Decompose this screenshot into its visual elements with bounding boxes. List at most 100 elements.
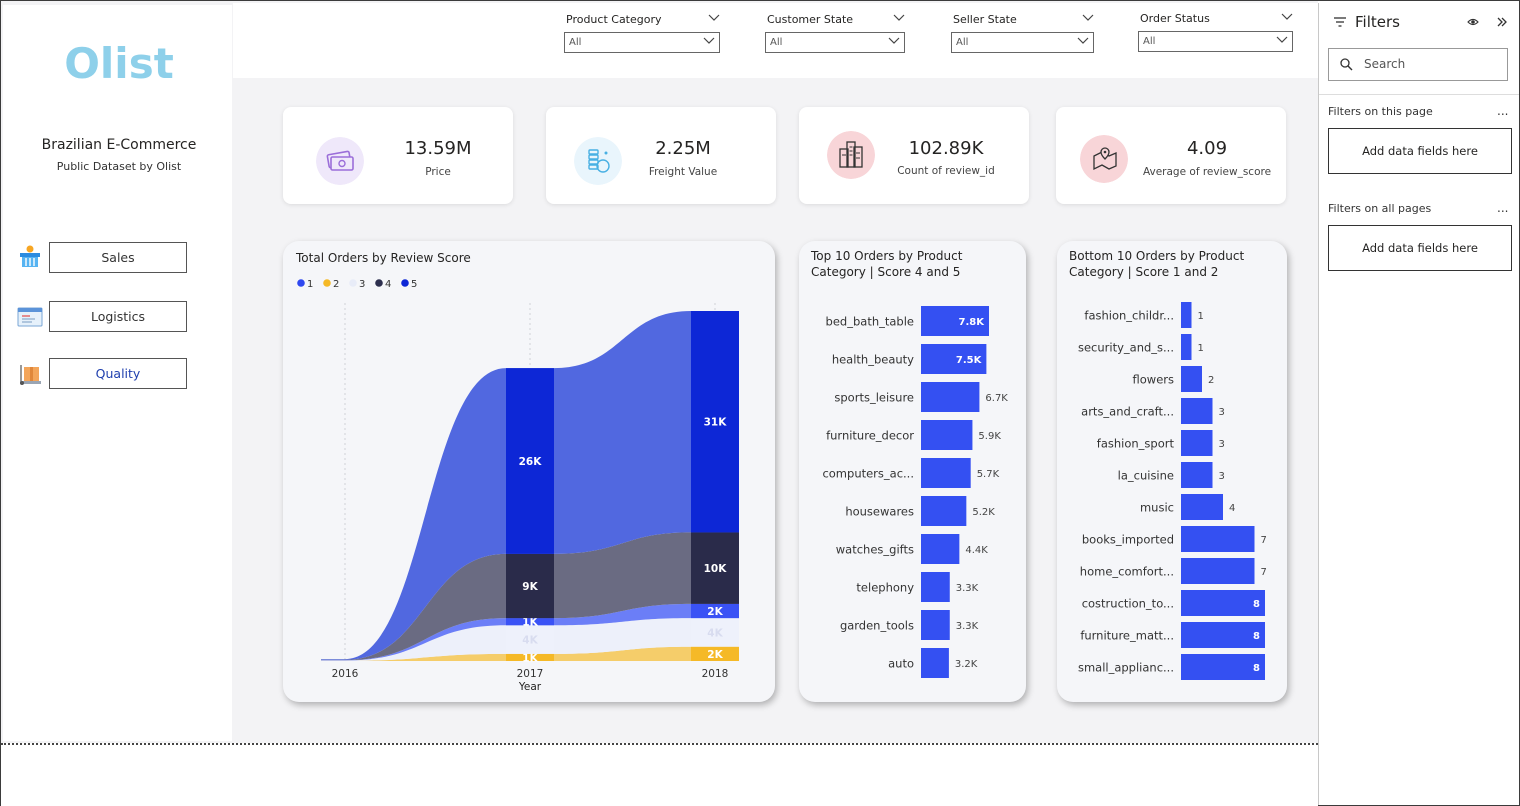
data-label: 2K — [707, 606, 723, 618]
logo: Olist — [64, 39, 174, 88]
collapse-pane-icon[interactable] — [1497, 17, 1507, 27]
kpi-card-freight[interactable]: 2.25M Freight Value — [546, 107, 776, 204]
category-label: security_and_s... — [1078, 341, 1174, 355]
bar[interactable] — [921, 610, 950, 640]
chevron-down-icon — [888, 33, 900, 52]
bar[interactable] — [921, 382, 980, 412]
data-label: 1K — [522, 652, 538, 664]
bar[interactable] — [1181, 462, 1213, 488]
category-label: books_imported — [1082, 533, 1174, 547]
data-label: 3 — [1219, 471, 1225, 482]
seller-state-dropdown[interactable]: All — [951, 32, 1094, 53]
data-label: 2 — [1208, 375, 1214, 386]
data-label: 31K — [704, 417, 728, 429]
eye-icon[interactable] — [1467, 17, 1479, 27]
chart-top-10-categories[interactable]: Top 10 Orders by Product Category | Scor… — [799, 241, 1026, 702]
customer-state-dropdown[interactable]: All — [765, 32, 905, 53]
slicer-label: Order Status — [1140, 12, 1210, 25]
x-tick-label: 2016 — [332, 668, 359, 680]
nav-quality-button[interactable]: Quality — [49, 358, 187, 389]
chart-orders-by-review-score[interactable]: Total Orders by Review Score 12345 1K 4K 1… — [283, 241, 775, 702]
bar-chart[interactable]: bed_bath_table 7.8K health_beauty 7.5K sport… — [799, 241, 1026, 702]
more-options-icon[interactable]: ... — [1497, 201, 1508, 215]
bar[interactable] — [1181, 334, 1192, 360]
data-label: 4K — [522, 635, 538, 647]
bar[interactable] — [1181, 302, 1192, 328]
data-label: 10K — [704, 563, 728, 575]
chevron-down-icon — [1276, 32, 1288, 51]
bar[interactable] — [1181, 430, 1213, 456]
all-pages-filter-drop-zone[interactable]: Add data fields here — [1328, 225, 1512, 271]
bar[interactable] — [1181, 398, 1213, 424]
slicer-label: Product Category — [566, 13, 662, 26]
data-label: 7 — [1261, 567, 1267, 578]
chevron-down-icon — [703, 33, 715, 52]
chevron-down-icon[interactable] — [1082, 12, 1094, 28]
kpi-card-avg-review[interactable]: 4.09 Average of review_score — [1056, 107, 1286, 204]
app-window: Olist Brazilian E-Commerce Public Datase… — [0, 0, 1520, 806]
category-label: la_cuisine — [1118, 469, 1174, 483]
kpi-card-review-count[interactable]: 102.89K Count of review_id — [799, 107, 1029, 204]
chart-bottom-10-categories[interactable]: Bottom 10 Orders by Product Category | S… — [1057, 241, 1287, 702]
order-status-dropdown[interactable]: All — [1138, 31, 1293, 52]
brand-subtitle: Public Dataset by Olist — [56, 160, 182, 173]
basket-icon — [20, 245, 40, 267]
bar[interactable] — [921, 420, 973, 450]
dropdown-value: All — [569, 37, 582, 48]
bar[interactable] — [1181, 526, 1255, 552]
product-category-dropdown[interactable]: All — [564, 32, 720, 53]
kpi-card-price[interactable]: 13.59M Price — [283, 107, 513, 204]
kpi-label: Count of review_id — [897, 165, 995, 177]
data-label: 8 — [1253, 631, 1260, 642]
area-chart[interactable]: 1K 4K 1K 9K 26K 2K 4K 2K 10K 31K 2016 2017 2018 Year — [283, 241, 775, 702]
bar[interactable] — [921, 648, 949, 678]
slicer-order-status: Order Status All — [1138, 11, 1293, 52]
data-label: 3.2K — [955, 659, 978, 670]
data-label: 4K — [707, 627, 723, 639]
bar[interactable] — [921, 572, 950, 602]
kpi-value: 102.89K — [908, 138, 984, 159]
data-label: 5.2K — [972, 507, 995, 518]
chevron-down-icon[interactable] — [893, 12, 905, 28]
x-tick-label: 2018 — [702, 668, 729, 680]
filters-search-input[interactable]: Search — [1328, 48, 1508, 81]
dropdown-value: All — [1143, 36, 1156, 47]
category-label: small_applianc... — [1078, 661, 1174, 675]
data-label: 2K — [707, 649, 723, 661]
bar[interactable] — [921, 534, 960, 564]
data-label: 26K — [519, 456, 543, 468]
chevron-down-icon[interactable] — [1281, 11, 1293, 27]
data-label: 3.3K — [956, 621, 979, 632]
more-options-icon[interactable]: ... — [1497, 104, 1508, 118]
category-label: furniture_decor — [826, 429, 914, 443]
bar[interactable] — [921, 496, 967, 526]
bar[interactable] — [1181, 558, 1255, 584]
chevron-down-icon[interactable] — [708, 12, 720, 28]
shipping-icon — [17, 307, 43, 327]
dropdown-value: All — [770, 37, 783, 48]
package-icon — [20, 365, 41, 385]
data-label: 4 — [1229, 503, 1235, 514]
filters-on-this-page-label: Filters on this page — [1328, 105, 1433, 118]
page-filter-drop-zone[interactable]: Add data fields here — [1328, 128, 1512, 174]
dropdown-value: All — [956, 37, 969, 48]
category-label: bed_bath_table — [826, 315, 914, 329]
canvas-footer — [1, 743, 1318, 806]
data-label: 4.4K — [965, 545, 988, 556]
slicer-bar: Product Category All Customer State All … — [233, 3, 1318, 78]
x-axis-title: Year — [518, 681, 542, 693]
slicer-seller-state: Seller State All — [951, 12, 1094, 53]
bar[interactable] — [921, 458, 971, 488]
nav-logistics-button[interactable]: Logistics — [49, 301, 187, 332]
bar-chart[interactable]: fashion_childr... 1 security_and_s... 1 flow… — [1057, 241, 1287, 702]
map-pin-icon — [1080, 135, 1128, 183]
data-label: 3.3K — [956, 583, 979, 594]
nav-sales-button[interactable]: Sales — [49, 242, 187, 273]
data-label: 8 — [1253, 663, 1260, 674]
kpi-label: Price — [425, 166, 451, 178]
kpi-label: Freight Value — [648, 166, 718, 178]
left-panel: Olist Brazilian E-Commerce Public Datase… — [3, 5, 232, 741]
bar[interactable] — [1181, 366, 1202, 392]
bar[interactable] — [1181, 494, 1223, 520]
category-label: home_comfort... — [1080, 565, 1174, 579]
